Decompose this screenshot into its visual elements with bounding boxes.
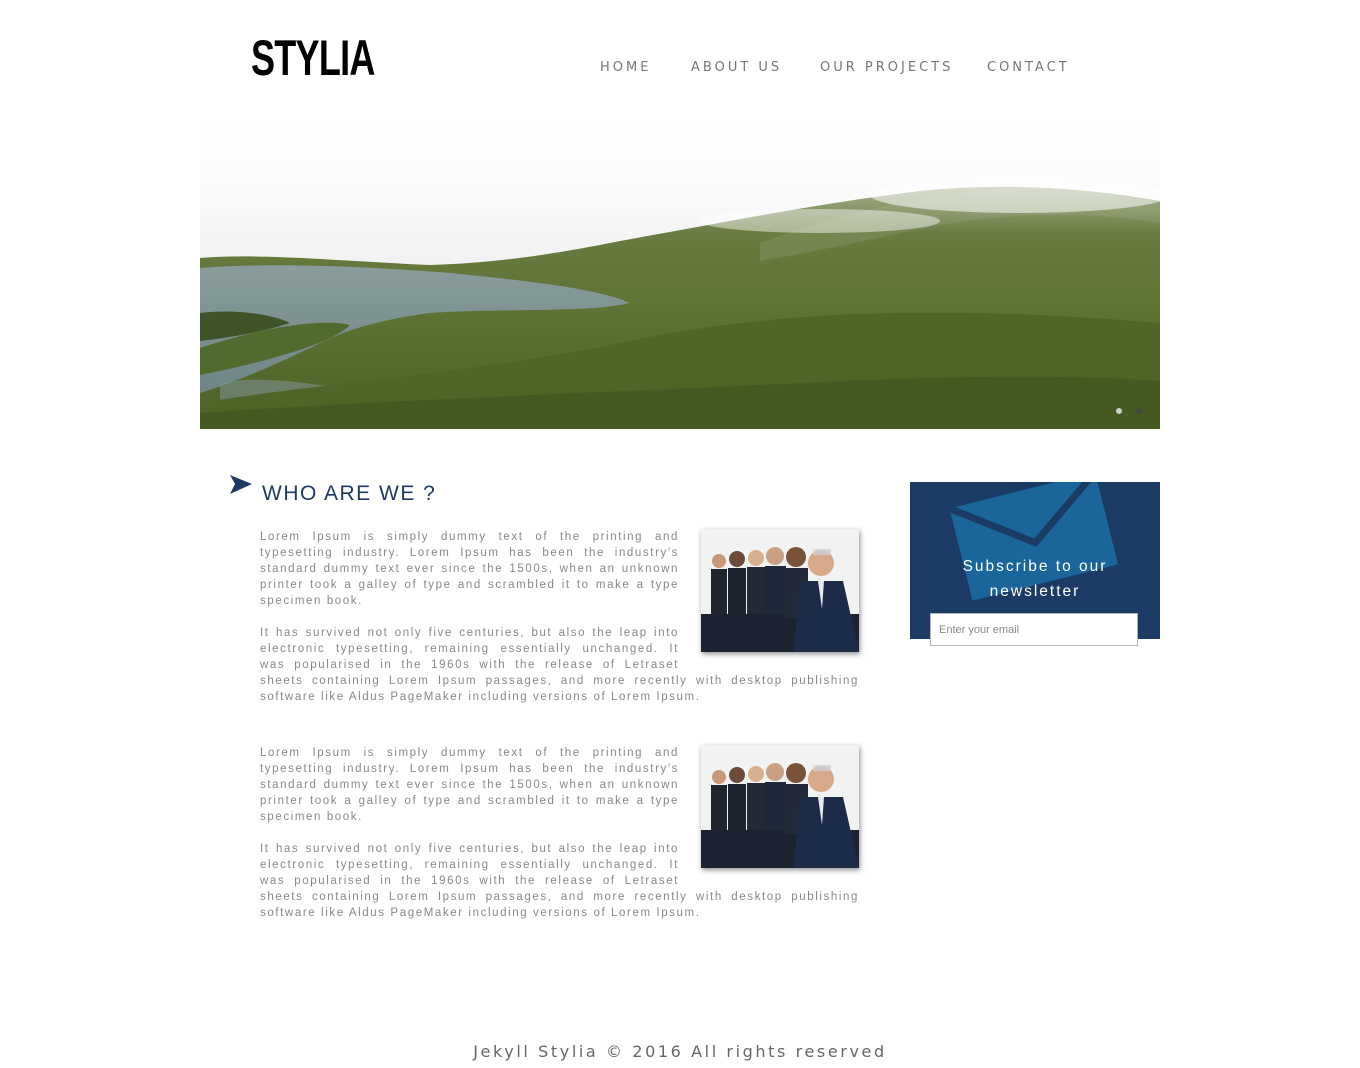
- slider-dot-1[interactable]: [1116, 408, 1122, 414]
- newsletter-title-line2: newsletter: [989, 583, 1081, 600]
- business-team-image: [701, 529, 859, 652]
- business-team-image: [701, 745, 859, 868]
- hero-landscape-image: [200, 113, 1160, 429]
- team-photo: [701, 745, 859, 868]
- nav-about-us[interactable]: ABOUT US: [691, 59, 782, 77]
- nav-home[interactable]: HOME: [600, 59, 651, 77]
- footer-copyright: Jekyll Stylia © 2016 All rights reserved: [473, 1042, 887, 1061]
- section-heading: WHO ARE WE ?: [262, 482, 437, 505]
- email-field[interactable]: [930, 613, 1138, 646]
- nav-contact[interactable]: CONTACT: [987, 59, 1070, 77]
- site-logo[interactable]: STYLIA: [251, 30, 375, 86]
- newsletter-title: Subscribe to our newsletter: [910, 554, 1160, 604]
- about-article: Lorem Ipsum is simply dummy text of the …: [260, 745, 859, 937]
- slider-dot-2[interactable]: [1136, 408, 1142, 414]
- newsletter-title-line1: Subscribe to our: [962, 558, 1108, 575]
- nav-our-projects[interactable]: OUR PROJECTS: [820, 59, 953, 77]
- hero-slider: [200, 113, 1160, 429]
- team-photo: [701, 529, 859, 652]
- about-article: Lorem Ipsum is simply dummy text of the …: [260, 529, 859, 721]
- arrow-icon: [230, 475, 252, 494]
